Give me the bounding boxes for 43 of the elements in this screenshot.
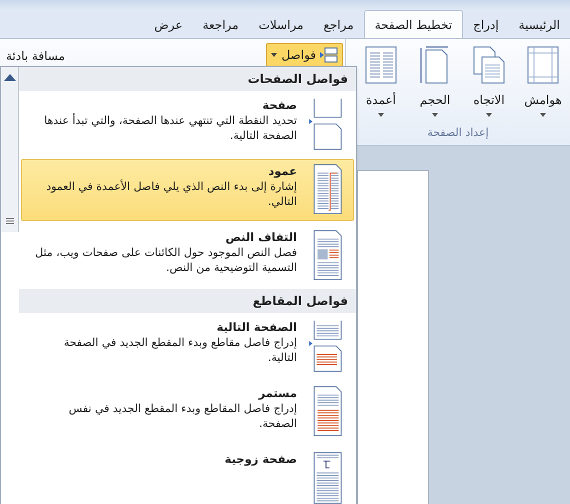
ribbon-button[interactable]: هوامش [516, 43, 570, 124]
section-heading: فواصل الصفحات [19, 67, 356, 91]
page-break-icon [320, 47, 338, 63]
menu-item[interactable]: عمود إشارة إلى بدء النص الذي يلي فاصل الأعمدة في العمود التالي. [21, 159, 354, 221]
columns-icon [364, 45, 398, 85]
grip-icon [6, 218, 14, 224]
menu-item-title: الصفحة التالية [216, 319, 297, 335]
ribbon-tab[interactable]: تخطيط الصفحة [364, 10, 464, 38]
indent-label: مسافة بادئة [6, 48, 65, 65]
caret-icon [486, 113, 492, 117]
section-heading: فواصل المقاطع [19, 289, 356, 313]
menu-item-title: صفحة زوجية [224, 451, 297, 467]
group-label: إعداد الصفحة [426, 124, 490, 141]
caret-icon [271, 53, 278, 57]
caret-icon [378, 113, 384, 117]
menu-item-description: إشارة إلى بدء النص الذي يلي فاصل الأعمدة في العمود التالي. [45, 179, 297, 209]
ribbon-tab[interactable]: مراجعة [192, 12, 249, 38]
menu-item-title: مستمر [257, 385, 297, 401]
menu-item-title: عمود [267, 163, 297, 179]
menu-item-description: تحديد النقطة التي تنتهي عندها الصفحة، والتي تبدأ عندها الصفحة التالية. [43, 113, 297, 143]
menu-item-title: صفحة [261, 97, 297, 113]
menu-item-description: إدراج فاصل مقاطع وبدء المقطع الجديد في الصفحة التالية. [62, 335, 297, 365]
menu-item-description: إدراج فاصل المقاطع وبدء المقطع الجديد في نفس الصفحة. [68, 401, 297, 431]
breaks-button[interactable]: فواصل [266, 43, 343, 67]
menu-item[interactable]: صفحة زوجية [21, 447, 354, 504]
menu-item[interactable]: صفحة تحديد النقطة التي تنتهي عندها الصفحة، والتي تبدأ عندها الصفحة التالية. [21, 93, 354, 155]
menu-item[interactable]: مستمر إدراج فاصل المقاطع وبدء المقطع الجديد في نفس الصفحة. [21, 381, 354, 443]
caret-icon [432, 113, 438, 117]
menu-item[interactable]: الصفحة التالية إدراج فاصل مقاطع وبدء المقطع الجديد في الصفحة التالية. [21, 315, 354, 377]
menu-item[interactable]: التفاف النص فصل النص الموجود حول الكائنات على صفحات ويب، مثل التسمية التوضيحية من النص. [21, 225, 354, 287]
caret-icon [540, 113, 546, 117]
ribbon-button[interactable]: الاتجاه [462, 43, 516, 124]
scroll-up-icon[interactable] [4, 73, 16, 81]
ribbon-tab[interactable]: مراسلات [248, 12, 314, 38]
ribbon-tab[interactable]: إدراج [463, 12, 509, 38]
ribbon-tab[interactable]: مراجع [314, 12, 364, 38]
menu-item-title: التفاف النص [224, 229, 297, 245]
ribbon-tab[interactable]: عرض [144, 12, 193, 38]
page-margins-icon [526, 45, 560, 85]
menu-item-description: فصل النص الموجود حول الكائنات على صفحات ويب، مثل التسمية التوضيحية من النص. [35, 245, 297, 275]
pages-icon [472, 45, 506, 85]
ribbon-tab[interactable]: الرئيسية [508, 12, 570, 38]
ribbon-button[interactable]: الحجم [408, 43, 462, 124]
